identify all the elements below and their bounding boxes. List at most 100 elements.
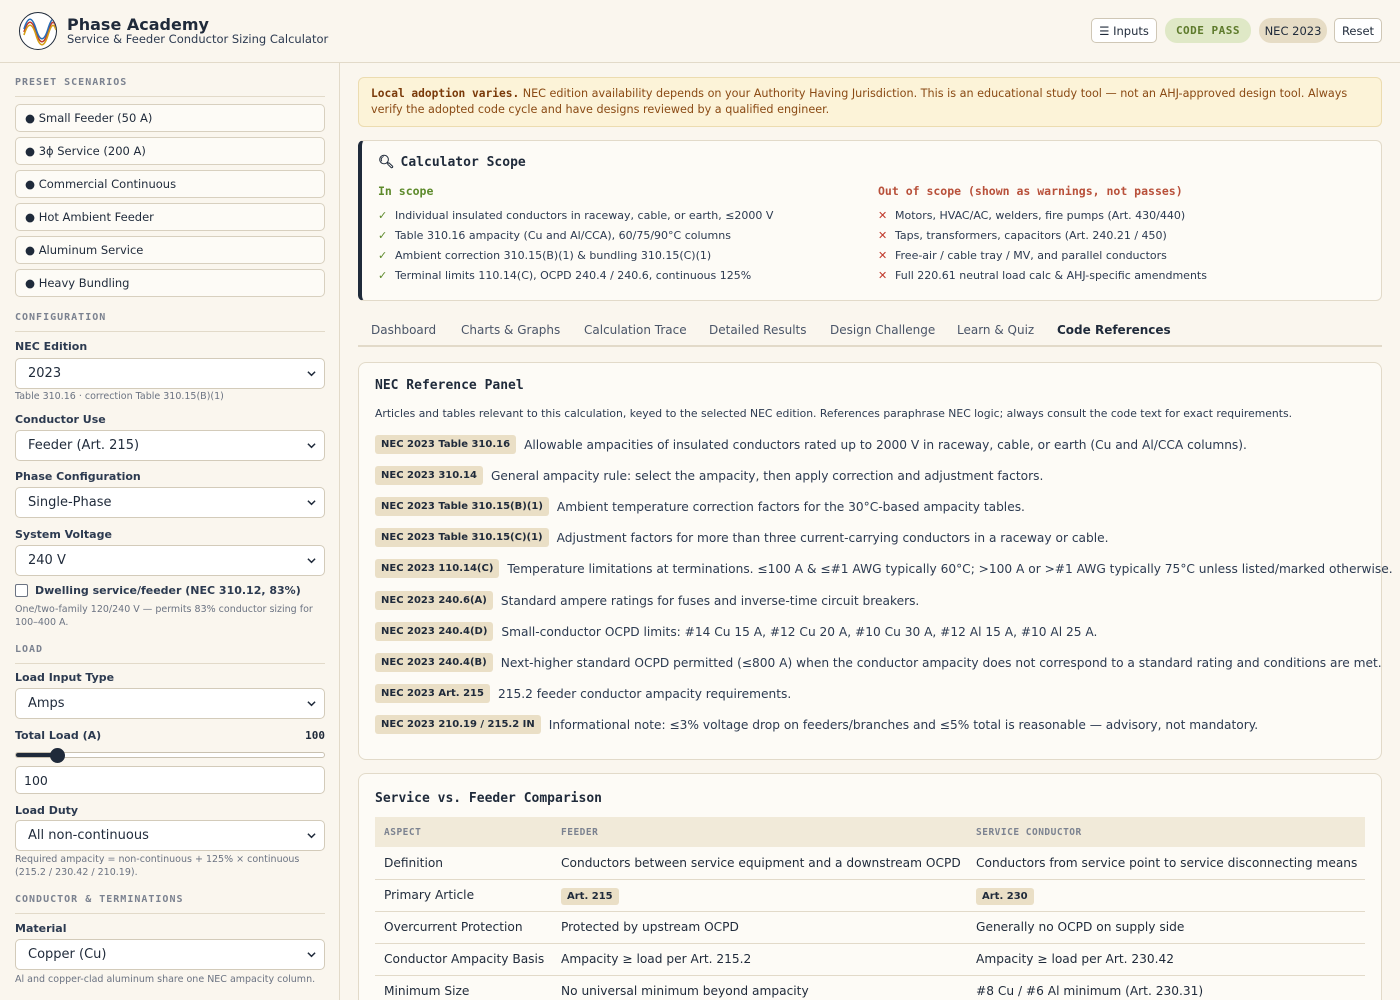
- phase-config-label: Phase Configuration: [15, 470, 141, 483]
- sidebar: PRESET SCENARIOS ● Small Feeder (50 A) ●…: [0, 63, 340, 1000]
- out-scope-item: ✕ Motors, HVAC/AC, welders, fire pumps (A…: [878, 209, 1186, 222]
- reference-badge[interactable]: NEC 2023 240.6(A): [375, 591, 493, 610]
- preset-3phase-service[interactable]: ● 3ϕ Service (200 A): [15, 137, 325, 165]
- reference-row: NEC 2023 Table 310.15(C)(1) Adjustment fa…: [375, 528, 1375, 547]
- service-cell: #8 Cu / #6 Al minimum (Art. 230.31): [967, 975, 1365, 1000]
- reference-badge[interactable]: NEC 2023 110.14(C): [375, 559, 500, 578]
- configuration-heading: CONFIGURATION: [15, 312, 325, 332]
- reference-row: NEC 2023 Table 310.15(B)(1) Ambient tempe…: [375, 497, 1375, 516]
- in-scope-heading: In scope: [378, 184, 434, 198]
- tab-charts-graphs[interactable]: Charts & Graphs: [461, 323, 560, 337]
- in-scope-item: ✓ Table 310.16 ampacity (Cu and Al/CCA), …: [378, 229, 731, 242]
- comparison-title: Service vs. Feeder Comparison: [375, 791, 602, 806]
- article-badge: Art. 230: [976, 888, 1034, 905]
- reference-badge[interactable]: NEC 2023 Table 310.15(B)(1): [375, 497, 549, 516]
- feeder-cell: Protected by upstream OCPD: [552, 911, 967, 944]
- column-header-feeder: FEEDER: [552, 817, 967, 847]
- load-input-type-value: Amps: [28, 696, 65, 711]
- preset-hot-ambient-feeder[interactable]: ● Hot Ambient Feeder: [15, 203, 325, 231]
- phase-config-select[interactable]: Single-Phase: [15, 487, 325, 518]
- dwelling-checkbox[interactable]: [15, 584, 28, 597]
- reference-text: Allowable ampacities of insulated conduc…: [524, 437, 1247, 452]
- calculator-scope-card: 🔍︎ Calculator Scope In scope Out of scop…: [358, 140, 1382, 301]
- material-value: Copper (Cu): [28, 947, 107, 962]
- out-of-scope-heading: Out of scope (shown as warnings, not pas…: [878, 184, 1183, 198]
- adoption-warning-banner: Local adoption varies. NEC edition avail…: [358, 77, 1382, 127]
- reference-text: 215.2 feeder conductor ampacity requirem…: [497, 686, 792, 701]
- tab-dashboard[interactable]: Dashboard: [371, 323, 436, 337]
- reference-badge[interactable]: NEC 2023 Art. 215: [375, 684, 490, 703]
- chevron-down-icon: [307, 558, 316, 564]
- reference-badge[interactable]: NEC 2023 Table 310.15(C)(1): [375, 528, 549, 547]
- load-input-type-select[interactable]: Amps: [15, 688, 325, 719]
- aspect-cell: Definition: [375, 847, 552, 880]
- material-select[interactable]: Copper (Cu): [15, 939, 325, 970]
- service-feeder-comparison-card: Service vs. Feeder Comparison ASPECT FEE…: [358, 773, 1382, 1000]
- aspect-cell: Minimum Size: [375, 975, 552, 1000]
- out-scope-item: ✕ Taps, transformers, capacitors (Art. 24…: [878, 229, 1167, 242]
- reference-panel-intro: Articles and tables relevant to this cal…: [375, 407, 1293, 420]
- preset-aluminum-service[interactable]: ● Aluminum Service: [15, 236, 325, 264]
- preset-small-feeder[interactable]: ● Small Feeder (50 A): [15, 104, 325, 132]
- system-voltage-select[interactable]: 240 V: [15, 545, 325, 576]
- reference-row: NEC 2023 Art. 215 215.2 feeder conductor …: [375, 684, 1375, 703]
- reset-button[interactable]: Reset: [1334, 18, 1382, 43]
- tab-design-challenge[interactable]: Design Challenge: [830, 323, 935, 337]
- conductor-use-select[interactable]: Feeder (Art. 215): [15, 430, 325, 461]
- reference-badge[interactable]: NEC 2023 310.14: [375, 466, 483, 485]
- dwelling-option[interactable]: Dwelling service/feeder (NEC 310.12, 83%…: [15, 584, 301, 597]
- inputs-button[interactable]: ☰ Inputs: [1091, 18, 1157, 43]
- cross-icon: ✕: [878, 209, 888, 222]
- reference-badge[interactable]: NEC 2023 Table 310.16: [375, 435, 517, 454]
- reference-text: General ampacity rule: select the ampaci…: [490, 468, 1044, 483]
- chevron-down-icon: [307, 443, 316, 449]
- tab-learn-quiz[interactable]: Learn & Quiz: [957, 323, 1034, 337]
- tab-calculation-trace[interactable]: Calculation Trace: [584, 323, 687, 337]
- cross-icon: ✕: [878, 269, 888, 282]
- nec-edition-label: NEC Edition: [15, 340, 88, 353]
- reference-row: NEC 2023 210.19 / 215.2 IN Informational …: [375, 715, 1375, 734]
- tab-bar: Dashboard Charts & Graphs Calculation Tr…: [358, 318, 1382, 347]
- reference-panel-title: NEC Reference Panel: [375, 378, 524, 393]
- preset-scenarios-heading: PRESET SCENARIOS: [15, 77, 325, 97]
- tab-code-references[interactable]: Code References: [1057, 323, 1171, 337]
- tab-detailed-results[interactable]: Detailed Results: [709, 323, 807, 337]
- material-hint: Al and copper-clad aluminum share one NE…: [15, 974, 316, 985]
- table-row: Minimum Size No universal minimum beyond…: [375, 975, 1365, 1000]
- column-header-aspect: ASPECT: [375, 817, 552, 847]
- aspect-cell: Primary Article: [375, 879, 552, 912]
- slider-thumb[interactable]: [49, 748, 65, 763]
- cross-icon: ✕: [878, 249, 888, 262]
- chevron-down-icon: [307, 833, 316, 839]
- reference-row: NEC 2023 240.4(D) Small-conductor OCPD li…: [375, 622, 1375, 641]
- total-load-readout: 100: [305, 729, 325, 742]
- table-row: Conductor Ampacity Basis Ampacity ≥ load…: [375, 943, 1365, 976]
- conductor-use-value: Feeder (Art. 215): [28, 438, 140, 453]
- in-scope-item: ✓ Ambient correction 310.15(B)(1) & bundl…: [378, 249, 712, 262]
- comparison-table: ASPECT FEEDER SERVICE CONDUCTOR Definiti…: [375, 817, 1365, 1000]
- reference-badge[interactable]: NEC 2023 210.19 / 215.2 IN: [375, 715, 541, 734]
- load-duty-label: Load Duty: [15, 804, 79, 817]
- reference-text: Adjustment factors for more than three c…: [556, 530, 1109, 545]
- total-load-input[interactable]: 100: [15, 766, 325, 794]
- dwelling-label: Dwelling service/feeder (NEC 310.12, 83%…: [35, 584, 301, 597]
- service-cell: Conductors from service point to service…: [967, 847, 1365, 880]
- reference-badge[interactable]: NEC 2023 240.4(D): [375, 622, 494, 641]
- service-cell: Generally no OCPD on supply side: [967, 911, 1365, 944]
- system-voltage-label: System Voltage: [15, 528, 112, 541]
- reference-badge[interactable]: NEC 2023 240.4(B): [375, 653, 493, 672]
- preset-commercial-continuous[interactable]: ● Commercial Continuous: [15, 170, 325, 198]
- reference-text: Ambient temperature correction factors f…: [556, 499, 1025, 514]
- load-duty-select[interactable]: All non-continuous: [15, 820, 325, 851]
- out-scope-item: ✕ Free-air / cable tray / MV, and paralle…: [878, 249, 1167, 262]
- chevron-down-icon: [307, 952, 316, 958]
- out-scope-item: ✕ Full 220.61 neutral load calc & AHJ-spe…: [878, 269, 1207, 282]
- cross-icon: ✕: [878, 229, 888, 242]
- feeder-cell: Art. 215: [552, 879, 967, 912]
- reference-row: NEC 2023 240.6(A) Standard ampere ratings…: [375, 591, 1375, 610]
- app-header: Phase Academy Service & Feeder Conductor…: [0, 0, 1400, 63]
- system-voltage-value: 240 V: [28, 553, 66, 568]
- banner-bold: Local adoption varies.: [371, 87, 520, 100]
- preset-heavy-bundling[interactable]: ● Heavy Bundling: [15, 269, 325, 297]
- nec-edition-select[interactable]: 2023: [15, 358, 325, 389]
